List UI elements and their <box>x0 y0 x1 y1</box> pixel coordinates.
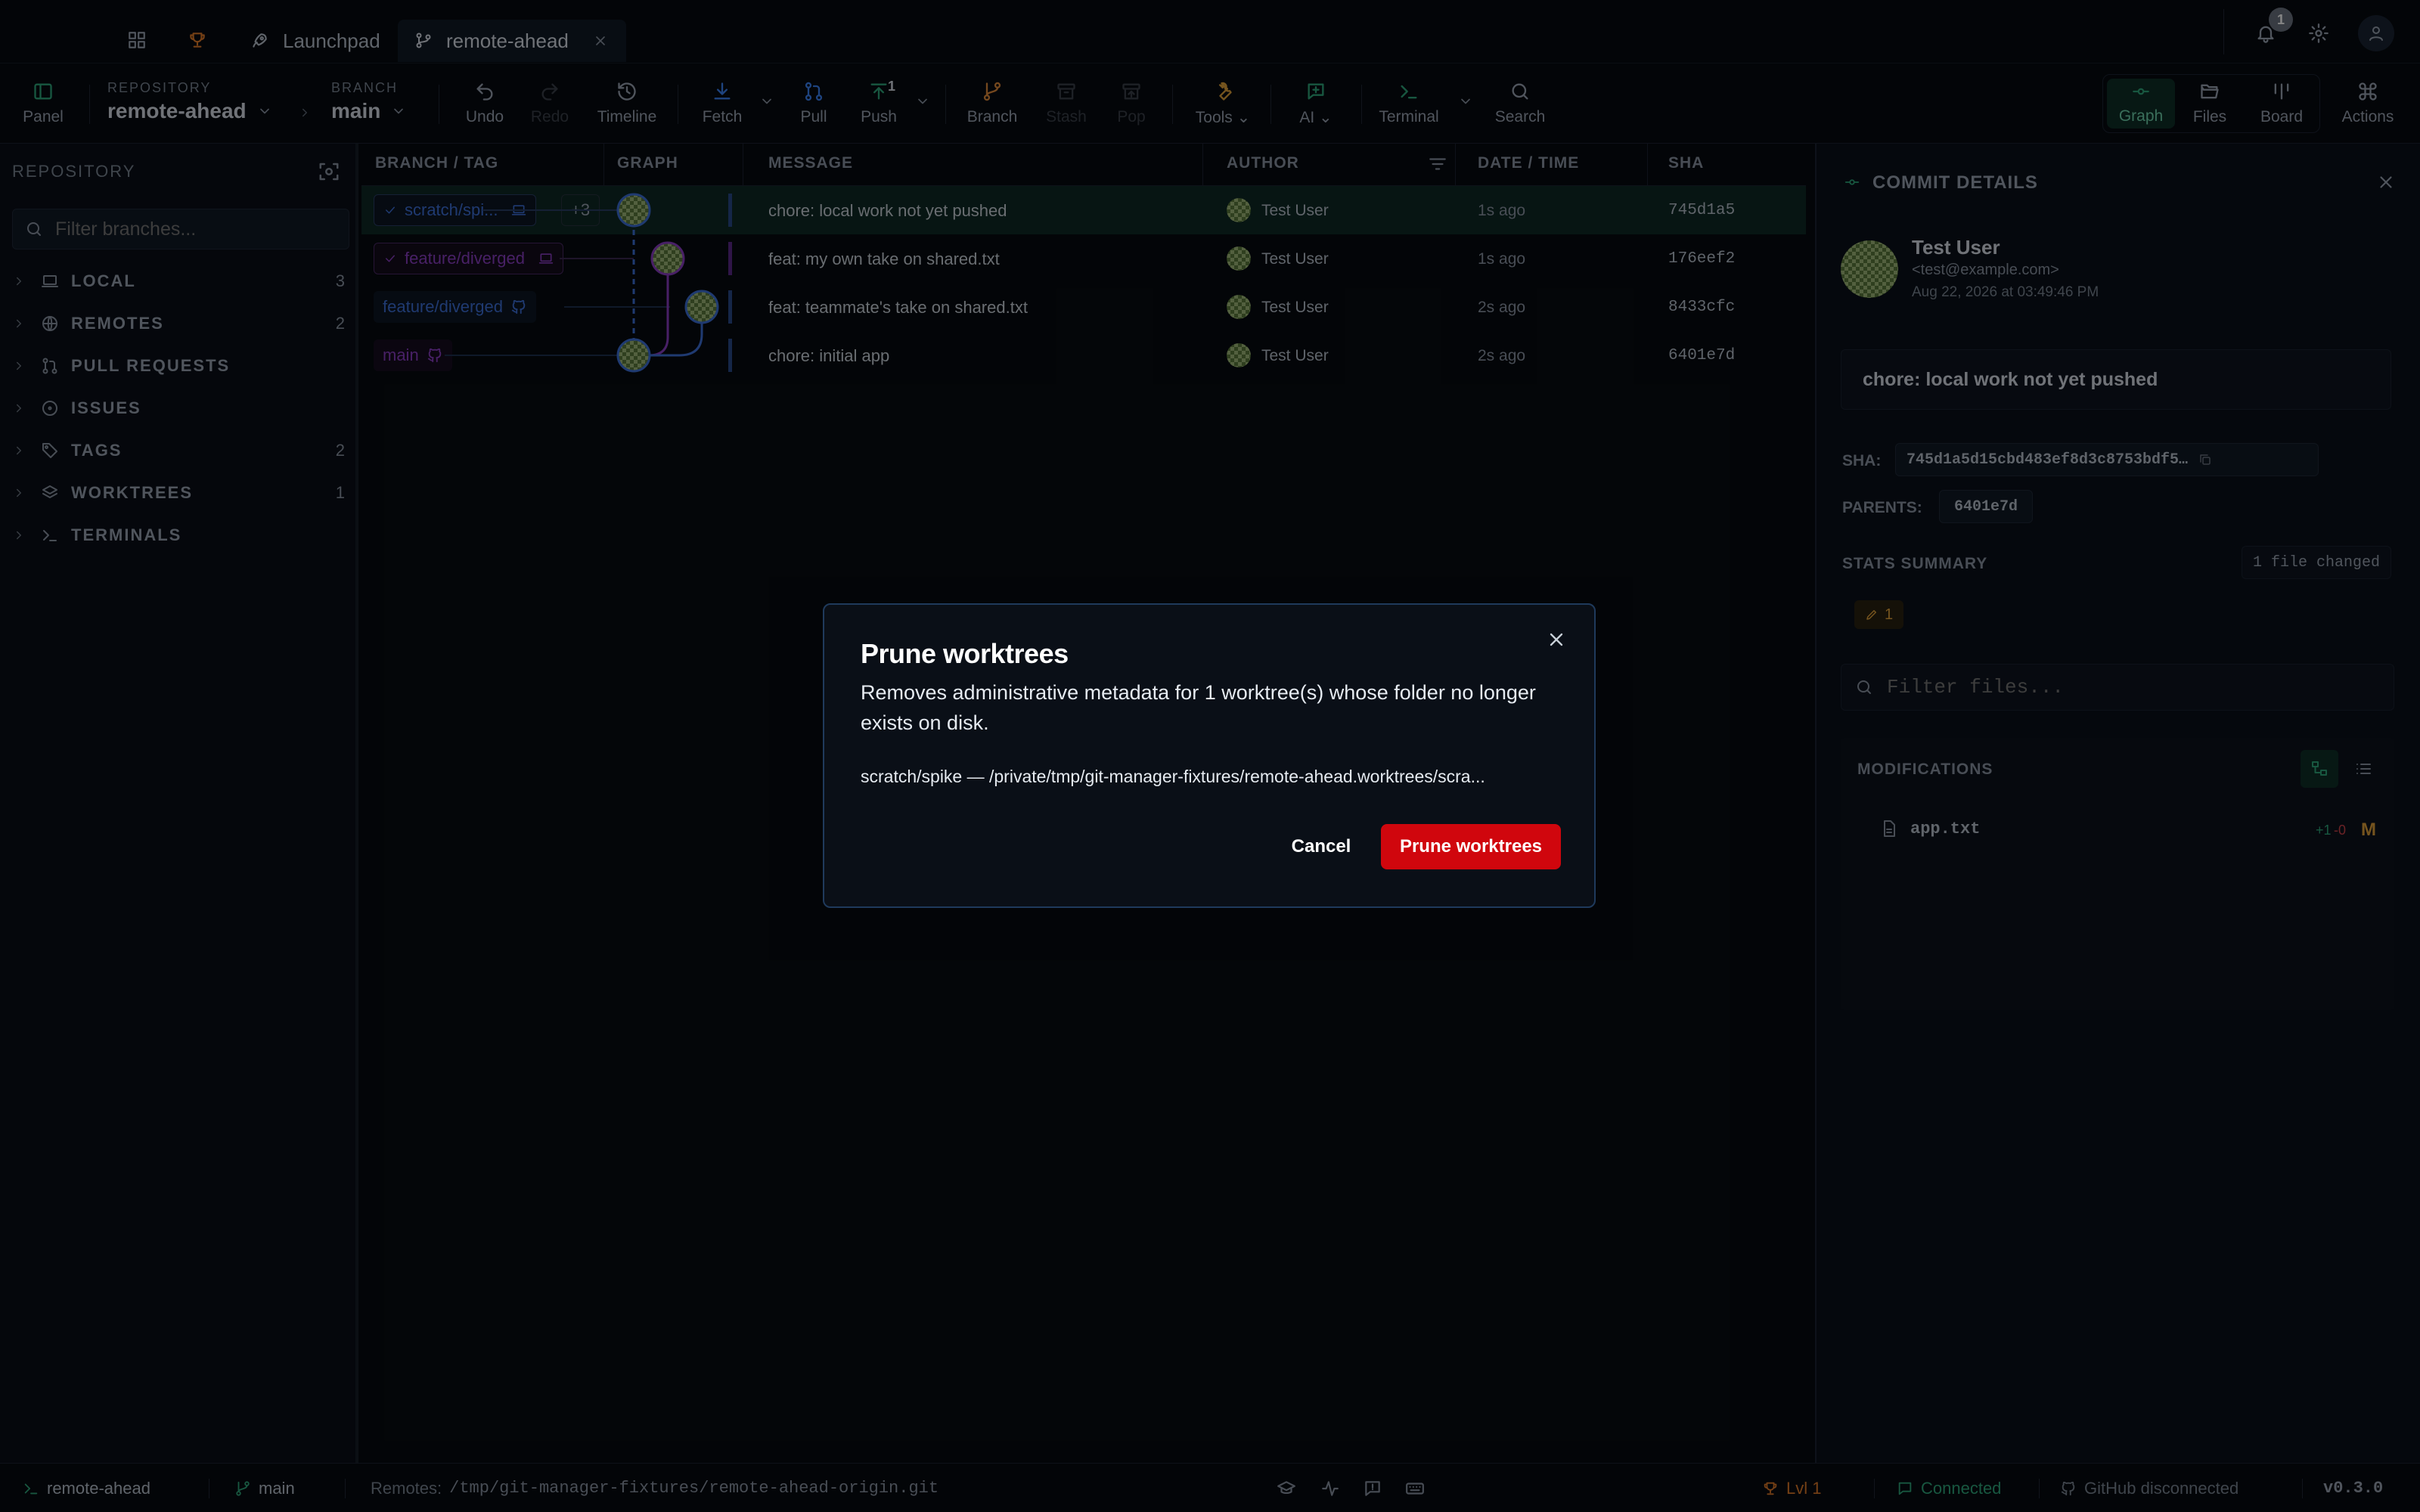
dialog-description: Removes administrative metadata for 1 wo… <box>861 681 1536 734</box>
cancel-button[interactable]: Cancel <box>1272 824 1370 869</box>
prune-button-label: Prune worktrees <box>1399 836 1543 857</box>
dialog-title: Prune worktrees <box>861 638 1069 669</box>
prune-worktrees-dialog: Prune worktrees Removes administrative m… <box>823 603 1596 908</box>
close-dialog-icon[interactable] <box>1546 629 1567 650</box>
worktree-entry: scratch/spike — /private/tmp/git-manager… <box>861 767 1485 786</box>
cancel-button-label: Cancel <box>1291 836 1351 857</box>
prune-worktrees-button[interactable]: Prune worktrees <box>1381 824 1561 869</box>
